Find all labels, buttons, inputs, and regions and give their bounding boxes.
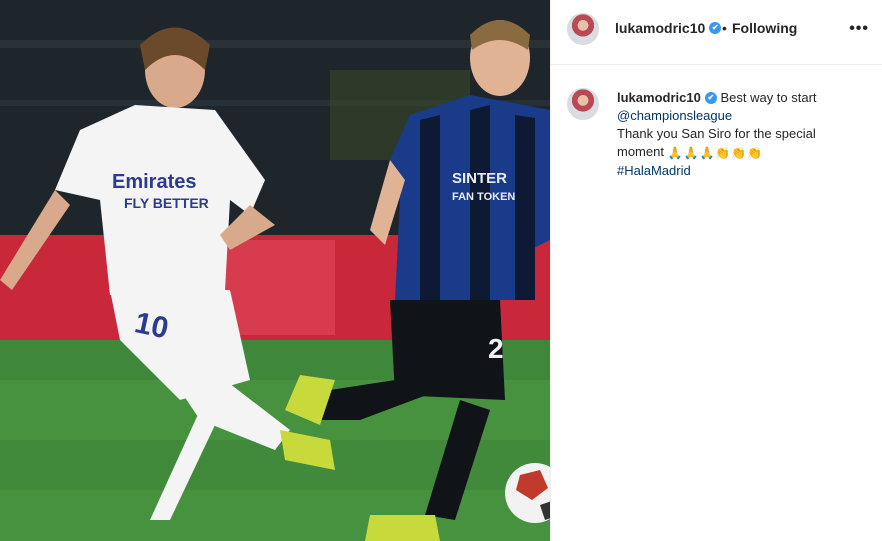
left-player-number: 10 bbox=[132, 306, 172, 345]
more-options-icon[interactable]: ••• bbox=[849, 20, 869, 38]
caption-username-text: lukamodric10 bbox=[617, 90, 701, 105]
post-header: lukamodric10 ✔ • Following ••• bbox=[551, 0, 882, 65]
caption-emojis: 🙏🙏🙏👏👏👏 bbox=[667, 145, 764, 160]
avatar[interactable] bbox=[567, 13, 599, 45]
username-text: lukamodric10 bbox=[615, 20, 706, 36]
verified-badge-icon: ✔ bbox=[709, 22, 722, 35]
left-sponsor-line-2: FLY BETTER bbox=[124, 195, 209, 211]
caption-text: lukamodric10 ✔ Best way to start @champio… bbox=[617, 89, 867, 180]
caption-username-link[interactable]: lukamodric10 ✔ bbox=[617, 90, 717, 105]
left-sponsor-line-1: Emirates bbox=[112, 171, 197, 193]
following-button[interactable]: Following bbox=[732, 20, 797, 36]
mention-link[interactable]: @championsleague bbox=[617, 108, 732, 123]
username-link[interactable]: lukamodric10 ✔ bbox=[615, 20, 722, 36]
right-player-number: 2 bbox=[488, 333, 504, 364]
right-sponsor-line-2: FAN TOKEN bbox=[452, 191, 515, 203]
hashtag-link[interactable]: #HalaMadrid bbox=[617, 163, 691, 178]
caption-avatar[interactable] bbox=[567, 88, 599, 120]
separator-dot: • bbox=[722, 20, 727, 36]
photo-illustration: Emirates FLY BETTER 10 SINTER FAN TOKEN … bbox=[0, 0, 550, 541]
right-sponsor-line-1: SINTER bbox=[452, 170, 507, 187]
caption-line-4: moment bbox=[617, 144, 664, 159]
caption-verified-badge-icon: ✔ bbox=[704, 91, 717, 104]
post-side-panel: lukamodric10 ✔ • Following ••• lukamodric… bbox=[550, 0, 882, 541]
caption-line-3: Thank you San Siro for the special bbox=[617, 126, 816, 141]
caption-line-1: Best way to start bbox=[720, 90, 817, 105]
post-photo[interactable]: Emirates FLY BETTER 10 SINTER FAN TOKEN … bbox=[0, 0, 550, 541]
